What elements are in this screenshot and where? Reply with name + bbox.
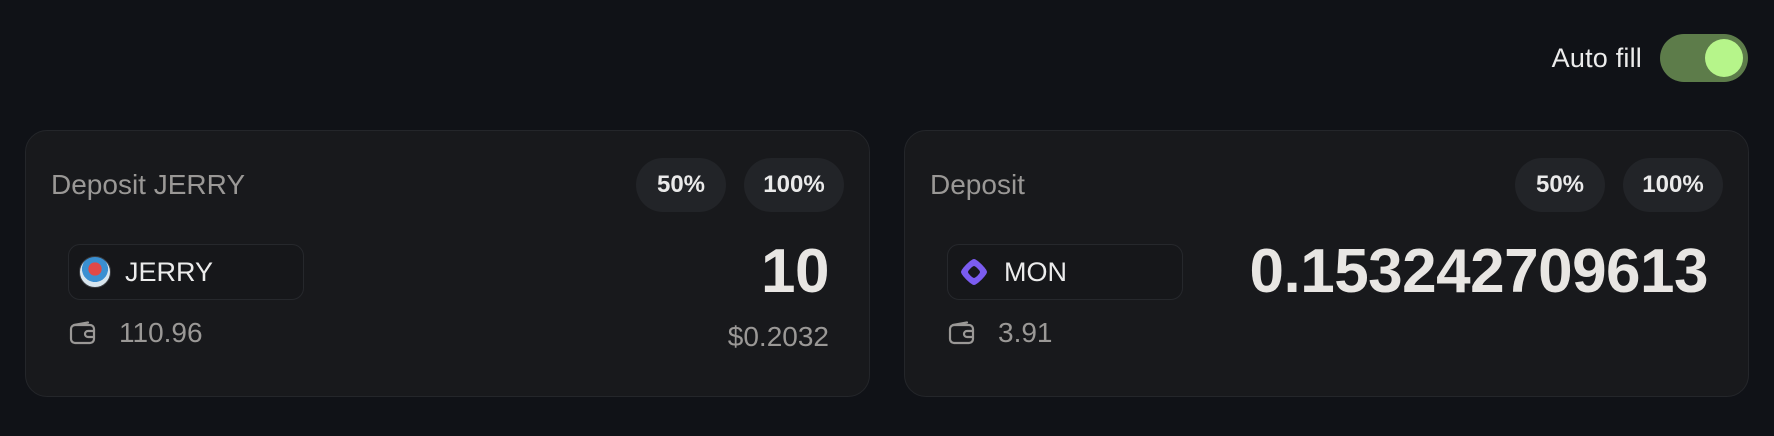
token-symbol: JERRY [125,256,214,287]
autofill-control: Auto fill [1552,34,1748,82]
percent-buttons: 50% 100% [1515,158,1723,212]
token-selector[interactable]: JERRY [68,244,304,300]
amount-input[interactable]: 10 [761,236,829,307]
card-title: Deposit [930,169,1025,200]
card-title: Deposit JERRY [51,169,246,200]
percent-50-button[interactable]: 50% [1515,158,1605,212]
wallet-balance: 3.91 [948,317,1053,349]
deposit-panel: Auto fill Deposit JERRY 50% 100% JERRY 1… [0,0,1774,436]
autofill-label: Auto fill [1551,42,1642,73]
balance-value: 3.91 [998,317,1053,348]
percent-50-button[interactable]: 50% [636,158,726,212]
wallet-icon [69,321,96,345]
wallet-balance: 110.96 [69,317,203,349]
amount-usd-value: $0.2032 [727,321,829,352]
deposit-card-jerry: Deposit JERRY 50% 100% JERRY 110.96 10 $… [25,130,870,397]
token-selector[interactable]: MON [947,244,1183,300]
wallet-icon [948,321,975,345]
amount-input[interactable]: 0.153242709613 [1250,236,1709,307]
percent-100-button[interactable]: 100% [1623,158,1723,212]
jerry-token-icon [79,256,111,288]
autofill-toggle[interactable] [1660,34,1748,82]
token-symbol: MON [1004,256,1067,287]
percent-100-button[interactable]: 100% [744,158,844,212]
balance-value: 110.96 [119,317,203,348]
mon-token-icon [961,259,987,285]
deposit-card-mon: Deposit 50% 100% MON 3.91 0.153242709613 [904,130,1749,397]
toggle-knob [1705,39,1743,77]
percent-buttons: 50% 100% [636,158,844,212]
